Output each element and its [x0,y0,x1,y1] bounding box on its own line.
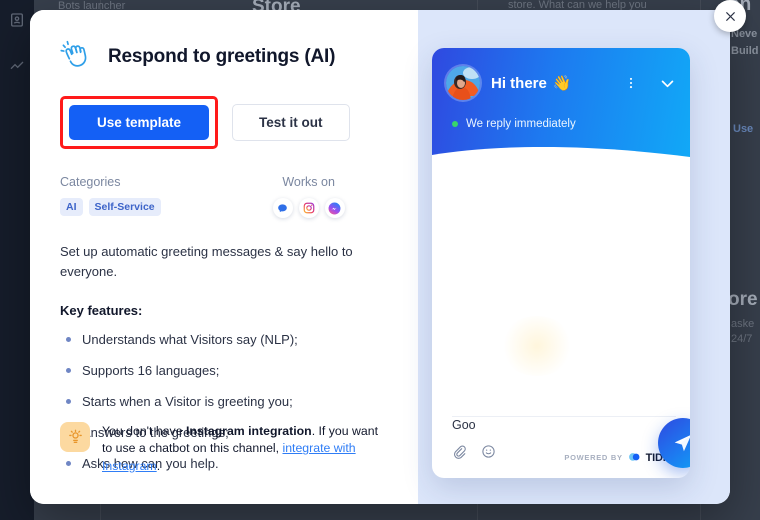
background-label: aske [731,318,755,330]
test-it-out-button[interactable]: Test it out [232,104,350,141]
widget-header: Hi there 👋 We reply immediately [432,48,690,168]
messenger-icon[interactable] [324,198,345,218]
preview-pane: Hi there 👋 We reply immediately Goo POWE… [418,10,730,504]
background-label: Build [731,45,759,57]
chevron-down-glyph [661,80,674,87]
use-template-highlight-annotation: Use template [60,96,219,149]
background-label: 24/7 [731,333,753,345]
notice-text-a: You don't have [102,423,186,438]
template-description: Set up automatic greeting messages & say… [60,244,353,279]
feature-item: Understands what Visitors say (NLP); [60,332,388,347]
close-button[interactable] [714,0,746,32]
modal-left-pane: Respond to greetings (AI) Use template T… [30,10,418,504]
lightbulb-icon [60,421,90,452]
feature-item: Supports 16 languages; [60,363,388,378]
category-badge: AI [60,198,83,216]
tidio-chat-icon[interactable] [272,198,293,218]
paperclip-icon[interactable] [452,444,467,459]
categories-label: Categories [60,175,121,189]
notice-text-bold: Instagram integration [185,423,312,438]
three-dot-glyph [629,77,633,89]
messenger-glyph [328,202,341,214]
smiley-icon[interactable] [481,444,496,459]
action-buttons: Use template Test it out [60,96,388,149]
paperclip-glyph [454,445,466,459]
chat-bubble-glyph [278,203,287,212]
works-on-label: Works on [282,175,335,189]
category-badges: AI Self-Service [60,198,161,216]
bullet-icon [66,368,71,373]
page-title: Respond to greetings (AI) [108,46,336,67]
close-icon [725,11,735,21]
bullet-icon [66,399,71,404]
analytics-icon [10,61,24,70]
header-wave-divider [432,147,690,168]
feature-text: Understands what Visitors say (NLP); [82,332,298,347]
chevron-down-icon[interactable] [659,75,676,92]
template-detail-modal: Respond to greetings (AI) Use template T… [30,10,730,504]
status-dot-icon [452,121,458,127]
lightbulb-glyph [68,429,82,444]
notice-text: You don't have Instagram integration. If… [102,422,390,476]
app-sidebar-rail [0,0,34,520]
background-label: ore [728,289,758,310]
widget-header-top: Hi there 👋 [432,48,690,100]
decorative-glow [500,316,574,376]
notice-text-d: . [156,459,161,474]
use-template-button[interactable]: Use template [69,105,210,140]
key-features-heading: Key features: [60,303,143,318]
widget-title: Hi there 👋 [491,74,613,93]
tidio-logo-icon [628,453,640,461]
categories-block: Categories AI Self-Service [60,175,161,218]
integration-notice: You don't have Instagram integration. If… [60,421,390,476]
widget-message-area [432,168,690,416]
instagram-glyph [303,202,314,214]
three-dot-menu-icon[interactable] [624,76,638,90]
waving-hands-icon [60,40,87,67]
meta-row: Categories AI Self-Service Works on [60,175,388,218]
chat-widget-preview: Hi there 👋 We reply immediately Goo POWE… [432,48,690,478]
widget-status: We reply immediately [432,100,690,130]
feature-item: Starts when a Visitor is greeting you; [60,394,388,409]
bullet-icon [66,337,71,342]
widget-input-area: Goo POWERED BY TIDIO [432,416,690,478]
powered-by-badge: POWERED BY TIDIO [564,451,674,464]
feature-text: Starts when a Visitor is greeting you; [82,394,293,409]
avatar [446,66,480,100]
powered-by-text: POWERED BY [564,453,623,462]
avatar-photo [446,66,480,100]
input-divider [452,416,676,417]
status-text: We reply immediately [466,118,576,130]
works-on-block: Works on [272,175,345,218]
message-input[interactable]: Goo [452,416,670,432]
waving-hand-icon: 👋 [552,75,572,92]
contacts-icon [11,13,23,27]
send-icon [674,435,690,452]
smiley-glyph [482,445,495,458]
category-badge: Self-Service [88,198,161,216]
channel-icons [272,198,345,218]
modal-header: Respond to greetings (AI) [60,40,388,74]
background-label: Use [733,123,754,135]
feature-text: Supports 16 languages; [82,363,220,378]
instagram-icon[interactable] [298,198,319,218]
widget-title-text: Hi there [491,74,547,92]
